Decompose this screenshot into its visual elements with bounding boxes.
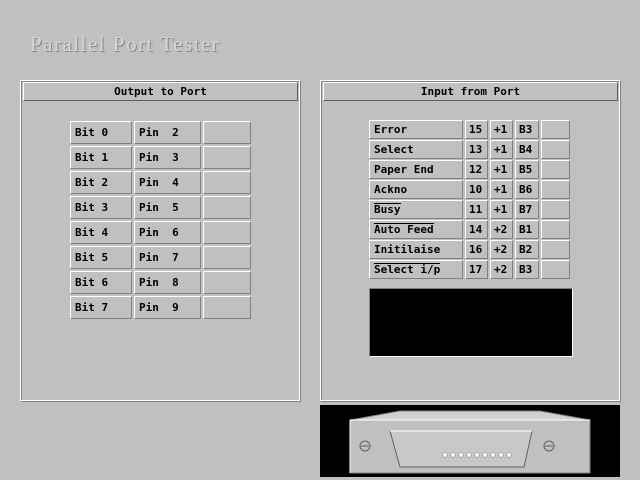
input-bit-id: B3 — [515, 120, 539, 139]
input-register-offset: +1 — [490, 180, 513, 199]
output-bit-toggle[interactable] — [203, 246, 251, 269]
output-pin-label: Pin 4 — [134, 171, 201, 194]
output-pin-label: Pin 8 — [134, 271, 201, 294]
input-register-offset: +1 — [490, 140, 513, 159]
input-register-offset: +2 — [490, 240, 513, 259]
input-signal-name: Select i/p — [369, 260, 463, 279]
output-bit-label: Bit 4 — [70, 221, 132, 244]
input-state-indicator — [541, 120, 570, 139]
input-register-offset: +1 — [490, 120, 513, 139]
input-signal-name-text: Busy — [374, 203, 401, 216]
input-register-offset: +2 — [490, 260, 513, 279]
output-panel-header: Output to Port — [23, 82, 298, 101]
input-pin-number: 12 — [465, 160, 488, 179]
output-bit-label: Bit 2 — [70, 171, 132, 194]
input-pin-number: 11 — [465, 200, 488, 219]
output-bit-toggle[interactable] — [203, 196, 251, 219]
output-pin-label: Pin 2 — [134, 121, 201, 144]
output-row: Bit 7 Pin 9 — [70, 296, 252, 321]
output-bit-label: Bit 5 — [70, 246, 132, 269]
input-state-indicator — [541, 200, 570, 219]
output-bit-toggle[interactable] — [203, 221, 251, 244]
input-bit-id: B1 — [515, 220, 539, 239]
input-pin-number: 10 — [465, 180, 488, 199]
input-bit-id: B2 — [515, 240, 539, 259]
input-bit-id: B4 — [515, 140, 539, 159]
output-bit-label: Bit 6 — [70, 271, 132, 294]
input-signal-name: Busy — [369, 200, 463, 219]
output-panel: Output to Port Bit 0 Pin 2 Bit 1 Pin 3 B… — [20, 80, 301, 402]
input-signal-name: Auto Feed — [369, 220, 463, 239]
output-bit-toggle[interactable] — [203, 271, 251, 294]
input-pin-number: 14 — [465, 220, 488, 239]
output-row: Bit 1 Pin 3 — [70, 146, 252, 171]
input-signal-name: Paper End — [369, 160, 463, 179]
input-bit-id: B6 — [515, 180, 539, 199]
input-pin-number: 17 — [465, 260, 488, 279]
input-pin-number: 15 — [465, 120, 488, 139]
input-pin-number: 13 — [465, 140, 488, 159]
output-bit-toggle[interactable] — [203, 146, 251, 169]
input-readout-display — [369, 288, 573, 357]
output-row: Bit 3 Pin 5 — [70, 196, 252, 221]
output-row: Bit 4 Pin 6 — [70, 221, 252, 246]
output-bit-toggle[interactable] — [203, 171, 251, 194]
output-bit-toggle[interactable] — [203, 121, 251, 144]
output-row: Bit 6 Pin 8 — [70, 271, 252, 296]
input-bit-id: B3 — [515, 260, 539, 279]
input-state-indicator — [541, 240, 570, 259]
output-pin-label: Pin 7 — [134, 246, 201, 269]
output-grid: Bit 0 Pin 2 Bit 1 Pin 3 Bit 2 Pin 4 Bit … — [70, 121, 252, 321]
app-title: Parallel Port Tester — [30, 32, 221, 56]
db25-connector-icon — [349, 410, 591, 474]
output-pin-label: Pin 6 — [134, 221, 201, 244]
output-pin-label: Pin 5 — [134, 196, 201, 219]
input-pin-number: 16 — [465, 240, 488, 259]
input-grid: Error 15 +1 B3 Select 13 +1 B4 Paper End… — [369, 120, 571, 282]
input-signal-name: Ackno — [369, 180, 463, 199]
output-bit-toggle[interactable] — [203, 296, 251, 319]
output-row: Bit 5 Pin 7 — [70, 246, 252, 271]
input-state-indicator — [541, 260, 570, 279]
input-state-indicator — [541, 140, 570, 159]
output-bit-label: Bit 1 — [70, 146, 132, 169]
input-register-offset: +1 — [490, 200, 513, 219]
output-pin-label: Pin 3 — [134, 146, 201, 169]
output-bit-label: Bit 3 — [70, 196, 132, 219]
input-bit-id: B7 — [515, 200, 539, 219]
input-state-indicator — [541, 180, 570, 199]
input-signal-name-text: Select i/p — [374, 263, 441, 276]
output-row: Bit 0 Pin 2 — [70, 121, 252, 146]
input-signal-name: Select — [369, 140, 463, 159]
output-pin-label: Pin 9 — [134, 296, 201, 319]
output-bit-label: Bit 0 — [70, 121, 132, 144]
input-register-offset: +1 — [490, 160, 513, 179]
input-state-indicator — [541, 160, 570, 179]
input-signal-name-text: Auto Feed — [374, 223, 434, 236]
input-register-offset: +2 — [490, 220, 513, 239]
output-row: Bit 2 Pin 4 — [70, 171, 252, 196]
input-signal-name: Initilaise — [369, 240, 463, 259]
input-signal-name: Error — [369, 120, 463, 139]
input-bit-id: B5 — [515, 160, 539, 179]
input-row: Select i/p 17 +2 B3 — [369, 260, 571, 285]
input-state-indicator — [541, 220, 570, 239]
input-panel-header: Input from Port — [323, 82, 618, 101]
connector-panel — [320, 405, 620, 477]
output-bit-label: Bit 7 — [70, 296, 132, 319]
